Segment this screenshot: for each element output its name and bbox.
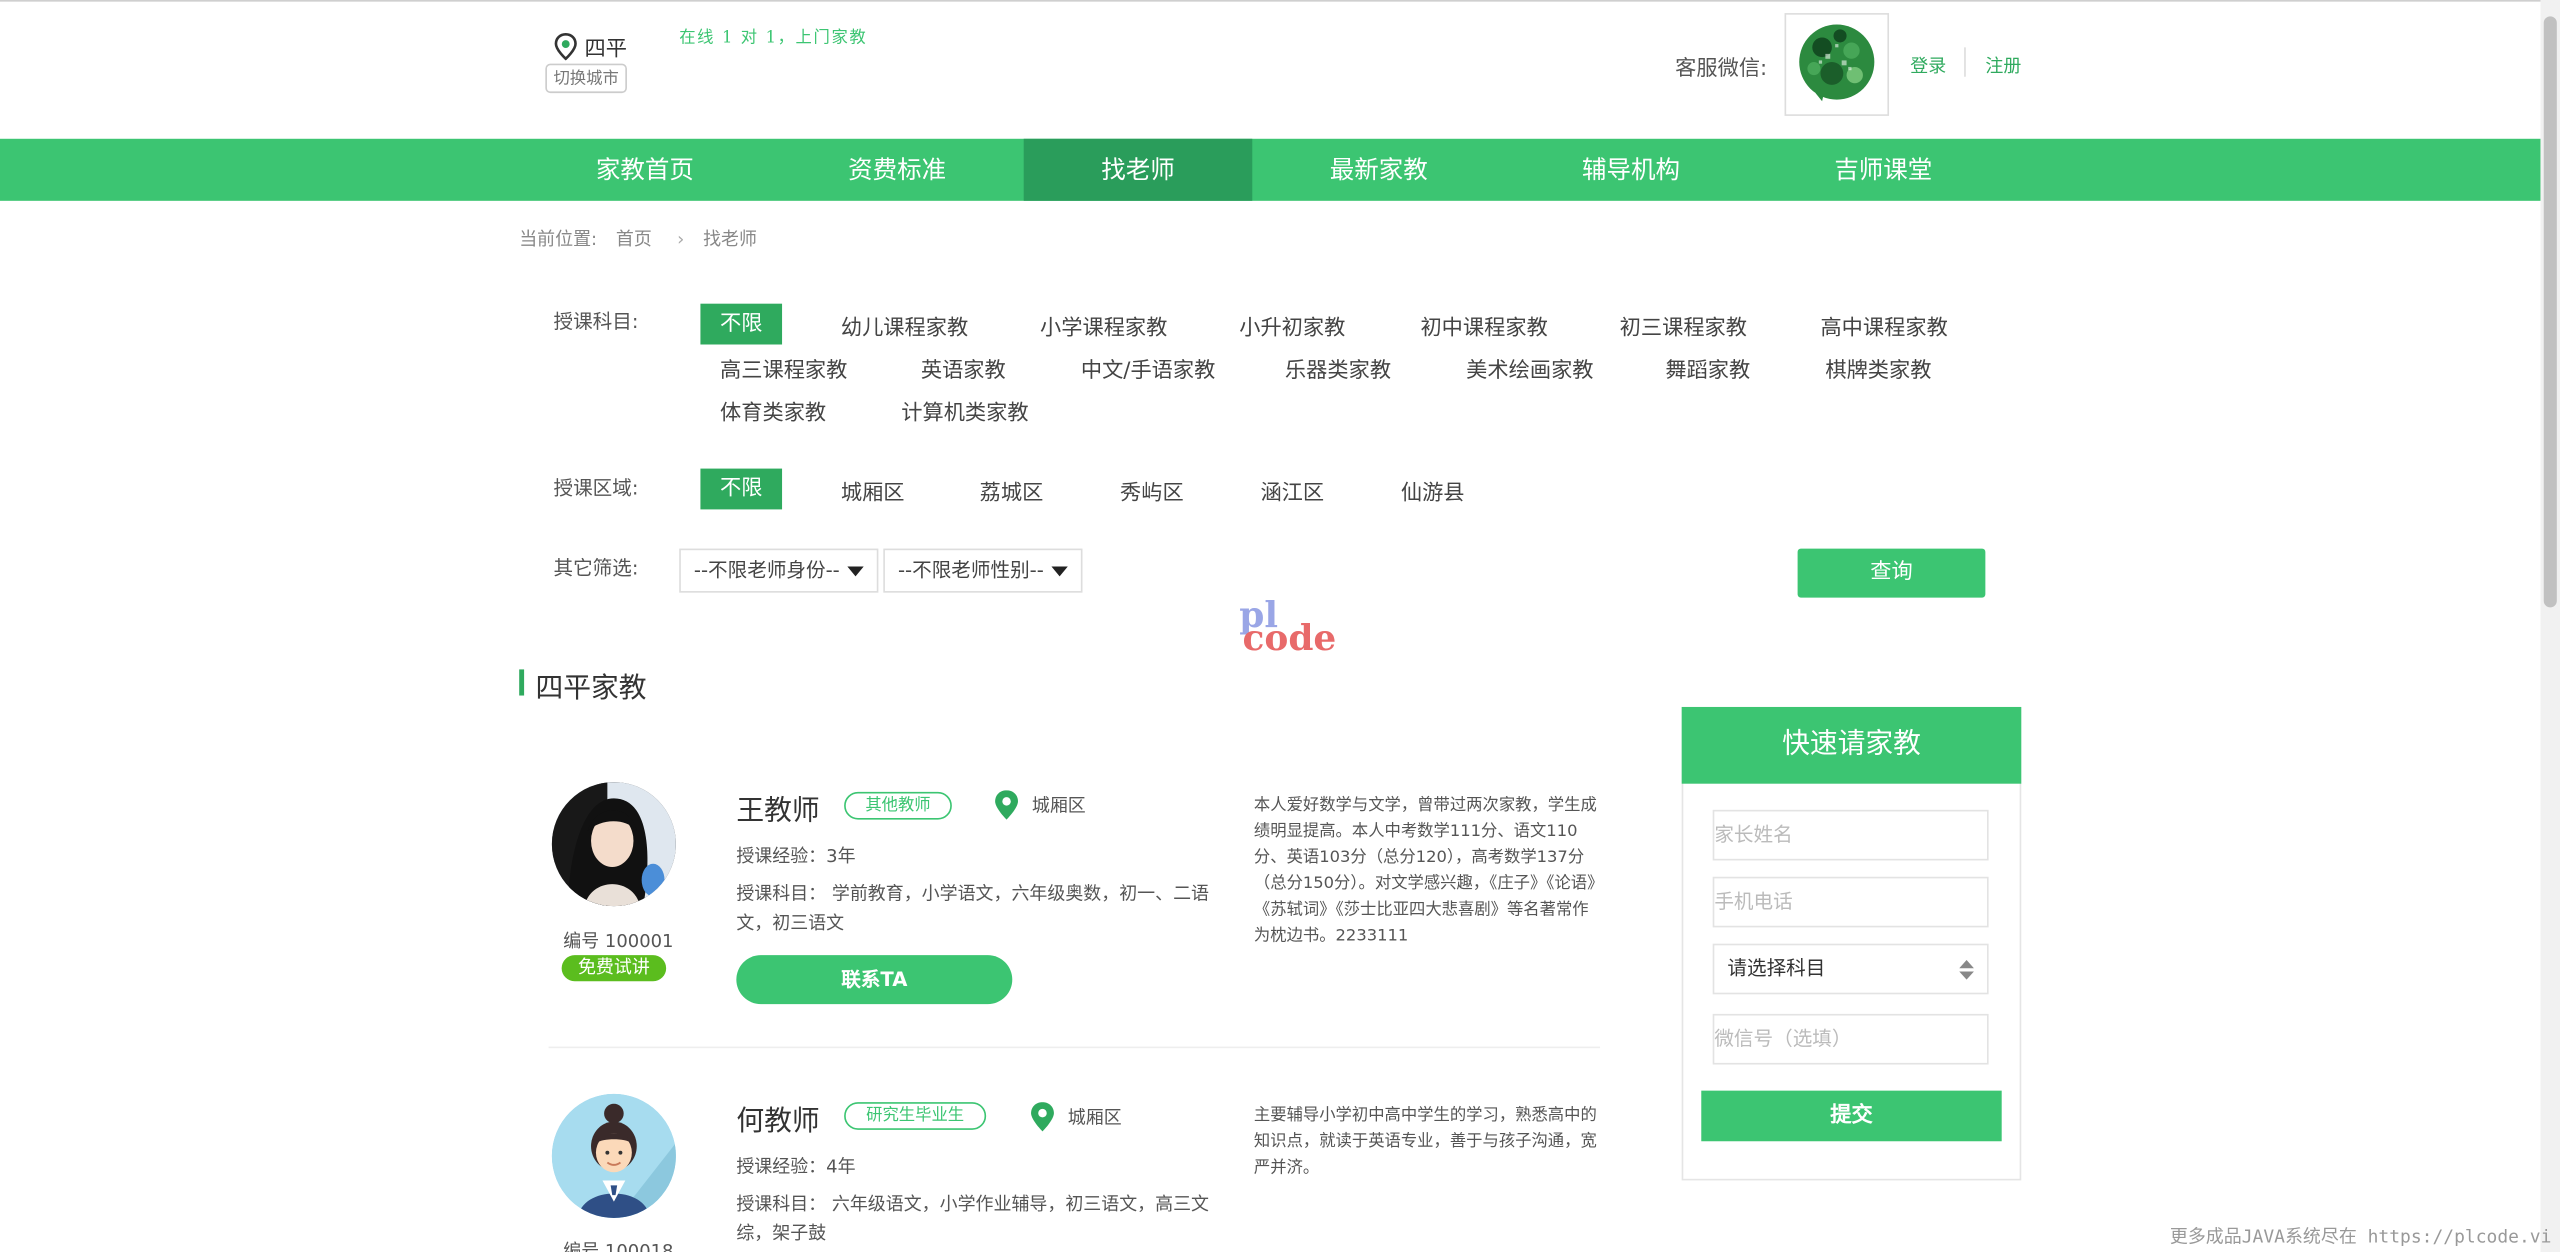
current-city[interactable]: 四平: [553, 31, 627, 63]
teacher-location: 城厢区: [1030, 1102, 1122, 1132]
slogan: 在线 1 对 1，上门家教: [679, 29, 868, 48]
teacher-gender-select[interactable]: --不限老师性别--: [883, 548, 1083, 593]
subject-filter-label: 授课科目:: [553, 310, 639, 334]
breadcrumb-current: 找老师: [703, 228, 757, 250]
teacher-id: 编号 100001: [563, 930, 674, 952]
teacher-type-tag: 研究生毕业生: [844, 1102, 987, 1130]
header-divider: [1964, 47, 1966, 77]
contact-teacher-button[interactable]: 联系TA: [736, 955, 1013, 1005]
subject-option[interactable]: 高三课程家教: [720, 353, 847, 383]
teacher-type-tag: 其他教师: [844, 791, 952, 820]
subject-option[interactable]: 乐器类家教: [1285, 353, 1391, 383]
subject-option[interactable]: 中文/手语家教: [1081, 353, 1216, 383]
breadcrumb: 当前位置: 首页 › 找老师: [519, 225, 763, 251]
subject-option-any[interactable]: 不限: [700, 303, 783, 345]
select-arrows-icon: [1959, 960, 1974, 980]
city-name: 四平: [584, 37, 627, 63]
subject-option[interactable]: 幼儿课程家教: [841, 310, 968, 341]
section-title: 四平家教: [535, 672, 647, 706]
chevron-down-icon: [847, 566, 864, 577]
subject-option[interactable]: 英语家教: [921, 353, 1006, 383]
teacher-cartoon-avatar: [551, 1093, 676, 1218]
main-nav: 家教首页 资费标准 找老师 最新家教 辅导机构 吉师课堂: [0, 138, 2541, 201]
teacher-gender-value: --不限老师性别--: [897, 558, 1044, 582]
subject-option[interactable]: 体育类家教: [720, 395, 826, 426]
qr-code-icon: [1799, 24, 1875, 102]
subject-select-value: 请选择科目: [1727, 956, 1826, 980]
subject-select[interactable]: 请选择科目: [1712, 943, 1989, 995]
card-divider: [548, 1046, 1601, 1049]
teacher-avatar[interactable]: [551, 782, 676, 907]
location-pin-icon: [1031, 1102, 1054, 1132]
wechat-qr-code: [1784, 13, 1890, 116]
location-pin-icon: [995, 790, 1018, 820]
scrollbar-thumb[interactable]: [2543, 16, 2557, 608]
teacher-description: 本人爱好数学与文学，曾带过两次家教，学生成绩明显提高。本人中考数学111分、语文…: [1253, 796, 1597, 946]
breadcrumb-separator: ›: [677, 228, 685, 250]
teacher-name[interactable]: 王教师: [736, 787, 819, 828]
teacher-description: 主要辅导小学初中高中学生的学习，熟悉高中的知识点，就读于英语专业，善于与孩子沟通…: [1253, 1106, 1597, 1178]
nav-item-institutions[interactable]: 辅导机构: [1505, 139, 1756, 201]
subject-option[interactable]: 小升初家教: [1239, 310, 1345, 341]
subject-option[interactable]: 初三课程家教: [1620, 310, 1747, 341]
section-title-bar: [519, 669, 525, 696]
nav-item-find-teacher[interactable]: 找老师: [1023, 138, 1253, 201]
subject-option[interactable]: 小学课程家教: [1040, 310, 1167, 341]
nav-item-classroom[interactable]: 吉师课堂: [1757, 139, 2010, 201]
breadcrumb-prefix: 当前位置:: [519, 228, 598, 250]
subject-option[interactable]: 高中课程家教: [1820, 310, 1947, 341]
switch-city-button[interactable]: 切换城市: [545, 63, 627, 94]
other-filter-label: 其它筛选:: [553, 556, 639, 580]
submit-button[interactable]: 提交: [1701, 1090, 2002, 1142]
teacher-avatar[interactable]: [551, 1093, 676, 1218]
quick-request-title: 快速请家教: [1681, 706, 2022, 784]
page: 四平 切换城市 在线 1 对 1，上门家教 客服微信: 登录 注册 家教首页 资…: [0, 0, 2560, 1252]
nav-item-pricing[interactable]: 资费标准: [771, 139, 1024, 201]
subject-option[interactable]: 舞蹈家教: [1665, 353, 1750, 383]
phone-input[interactable]: 手机电话: [1712, 876, 1989, 928]
area-option[interactable]: 荔城区: [980, 475, 1044, 506]
teacher-identity-select[interactable]: --不限老师身份--: [679, 548, 879, 593]
subject-option[interactable]: 初中课程家教: [1420, 310, 1547, 341]
free-trial-badge: 免费试讲: [561, 955, 667, 982]
teacher-experience: 授课经验：3年: [736, 845, 856, 867]
area-option[interactable]: 仙游县: [1401, 475, 1465, 506]
teacher-identity-value: --不限老师身份--: [693, 558, 840, 582]
area-option[interactable]: 涵江区: [1260, 475, 1324, 506]
query-button[interactable]: 查询: [1797, 548, 1986, 598]
subject-option[interactable]: 美术绘画家教: [1466, 353, 1593, 383]
chevron-down-icon: [1051, 566, 1068, 577]
subject-option[interactable]: 棋牌类家教: [1825, 353, 1931, 383]
area-option[interactable]: 城厢区: [841, 475, 905, 506]
parent-name-input[interactable]: 家长姓名: [1712, 809, 1989, 861]
teacher-id: 编号 100018: [563, 1240, 674, 1252]
watermark-line-2: code: [1242, 617, 1337, 660]
subject-option[interactable]: 计算机类家教: [901, 395, 1028, 426]
breadcrumb-home[interactable]: 首页: [616, 229, 652, 250]
teacher-photo: [551, 782, 676, 907]
wechat-input[interactable]: 微信号（选填）: [1712, 1013, 1989, 1065]
nav-item-home[interactable]: 家教首页: [519, 139, 770, 201]
location-pin-icon: [554, 32, 577, 61]
teacher-name[interactable]: 何教师: [736, 1097, 819, 1138]
teacher-subjects: 授课科目： 学前教育，小学语文，六年级奥数，初一、二语文，初三语文: [736, 883, 1210, 934]
footer-promo-text: 更多成品JAVA系统尽在 https://plcode.vi: [2169, 1226, 2552, 1248]
teacher-location-text: 城厢区: [1031, 795, 1086, 817]
area-filter-label: 授课区域:: [553, 476, 639, 500]
service-wechat-label: 客服微信:: [1675, 57, 1768, 82]
nav-item-latest-tutoring[interactable]: 最新家教: [1252, 139, 1505, 201]
teacher-location-text: 城厢区: [1067, 1106, 1122, 1129]
area-option-any[interactable]: 不限: [700, 468, 783, 510]
register-link[interactable]: 注册: [1985, 52, 2021, 78]
area-option[interactable]: 秀屿区: [1120, 475, 1184, 506]
teacher-location: 城厢区: [994, 790, 1086, 820]
teacher-subjects: 授课科目： 六年级语文，小学作业辅导，初三语文，高三文综，架子鼓: [736, 1193, 1210, 1245]
teacher-experience: 授课经验：4年: [736, 1155, 856, 1178]
top-border: [0, 0, 2560, 2]
login-link[interactable]: 登录: [1910, 52, 1946, 78]
